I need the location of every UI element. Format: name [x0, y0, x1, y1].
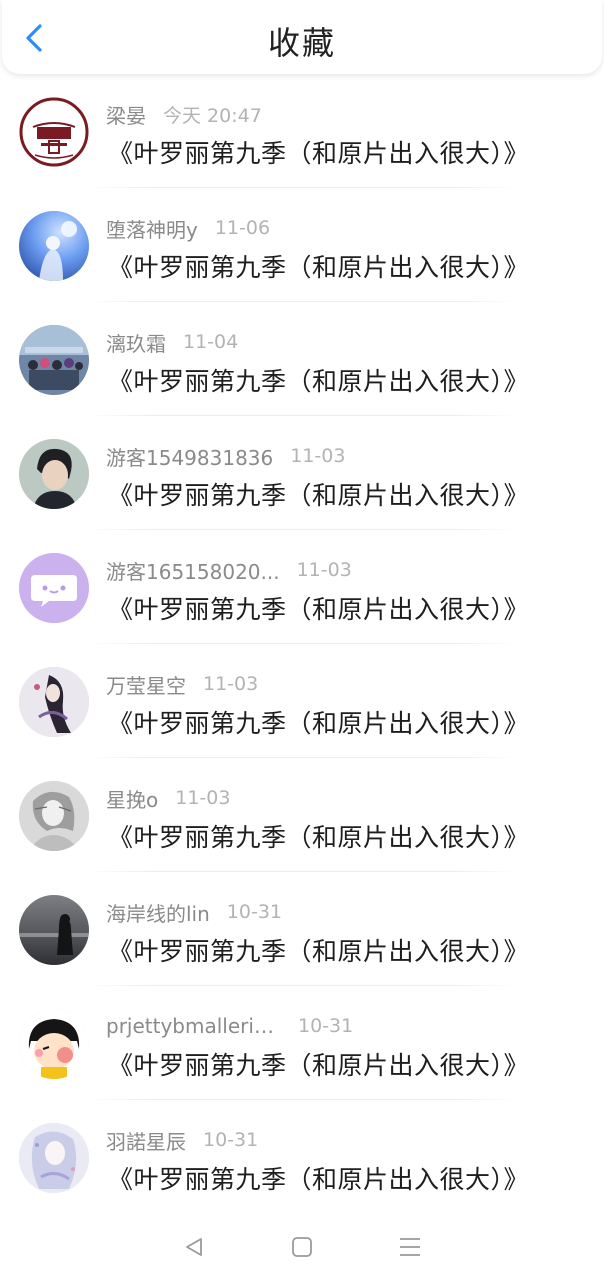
triangle-back-icon	[186, 1238, 202, 1256]
timestamp: 11-03	[175, 787, 231, 809]
avatar	[19, 895, 89, 965]
list-item[interactable]: 游客165158020... 11-03 《叶罗丽第九季（和原片出入很大）》	[0, 530, 604, 644]
list-item[interactable]: 海岸线的lin 10-31 《叶罗丽第九季（和原片出入很大）》	[0, 872, 604, 986]
username: prjettybmallerin...	[106, 1014, 281, 1038]
list-item[interactable]: 梁晏 今天 20:47 《叶罗丽第九季（和原片出入很大）》	[0, 74, 604, 188]
nav-menu-button[interactable]	[390, 1227, 430, 1267]
timestamp: 11-06	[214, 217, 271, 239]
list-item[interactable]: 游客1549831836 11-03 《叶罗丽第九季（和原片出入很大）》	[0, 416, 604, 530]
avatar	[19, 325, 89, 395]
favorites-list: 梁晏 今天 20:47 《叶罗丽第九季（和原片出入很大）》 堕落神明y 11-0…	[0, 74, 604, 1214]
avatar	[19, 439, 89, 509]
list-item[interactable]: 羽諾星辰 10-31 《叶罗丽第九季（和原片出入很大）》	[0, 1100, 604, 1214]
avatar	[19, 553, 89, 623]
list-item[interactable]: 漓玖霜 11-04 《叶罗丽第九季（和原片出入很大）》	[0, 302, 604, 416]
timestamp: 今天 20:47	[163, 104, 262, 127]
square-home-icon	[292, 1237, 312, 1257]
list-item[interactable]: prjettybmallerin... 10-31 《叶罗丽第九季（和原片出入很…	[0, 986, 604, 1100]
username: 梁晏	[106, 103, 146, 128]
post-title: 《叶罗丽第九季（和原片出入很大）》	[108, 1051, 530, 1080]
post-title: 《叶罗丽第九季（和原片出入很大）》	[108, 937, 530, 966]
avatar	[19, 97, 89, 167]
avatar	[19, 667, 89, 737]
post-title: 《叶罗丽第九季（和原片出入很大）》	[108, 253, 530, 282]
username: 堕落神明y	[106, 217, 198, 242]
timestamp: 10-31	[298, 1015, 354, 1037]
post-title: 《叶罗丽第九季（和原片出入很大）》	[108, 481, 530, 510]
timestamp: 11-03	[290, 445, 346, 467]
post-title: 《叶罗丽第九季（和原片出入很大）》	[108, 709, 530, 738]
timestamp: 11-03	[203, 673, 259, 695]
menu-lines-icon	[400, 1238, 420, 1256]
username: 游客1549831836	[106, 445, 274, 470]
post-title: 《叶罗丽第九季（和原片出入很大）》	[108, 139, 530, 168]
avatar	[19, 211, 89, 281]
avatar	[19, 1123, 89, 1193]
nav-back-button[interactable]	[174, 1227, 214, 1267]
nav-home-button[interactable]	[282, 1227, 322, 1267]
username: 漓玖霜	[106, 331, 166, 356]
post-title: 《叶罗丽第九季（和原片出入很大）》	[108, 367, 530, 396]
timestamp: 11-04	[183, 331, 239, 353]
username: 星挽o	[106, 787, 159, 812]
timestamp: 10-31	[203, 1129, 259, 1151]
timestamp: 11-03	[296, 559, 352, 581]
username: 游客165158020...	[106, 559, 280, 584]
list-item[interactable]: 万莹星空 11-03 《叶罗丽第九季（和原片出入很大）》	[0, 644, 604, 758]
post-title: 《叶罗丽第九季（和原片出入很大）》	[108, 1165, 530, 1194]
page-title: 收藏	[267, 24, 336, 62]
post-title: 《叶罗丽第九季（和原片出入很大）》	[108, 823, 530, 852]
post-title: 《叶罗丽第九季（和原片出入很大）》	[108, 595, 530, 624]
system-nav-bar	[0, 1214, 604, 1280]
header-bar: 收藏	[2, 0, 602, 74]
list-item[interactable]: 堕落神明y 11-06 《叶罗丽第九季（和原片出入很大）》	[0, 188, 604, 302]
username: 万莹星空	[106, 673, 186, 698]
timestamp: 10-31	[226, 901, 283, 923]
username: 海岸线的lin	[106, 901, 210, 926]
avatar	[19, 1009, 89, 1079]
avatar	[19, 781, 89, 851]
list-item[interactable]: 星挽o 11-03 《叶罗丽第九季（和原片出入很大）》	[0, 758, 604, 872]
username: 羽諾星辰	[106, 1129, 186, 1154]
